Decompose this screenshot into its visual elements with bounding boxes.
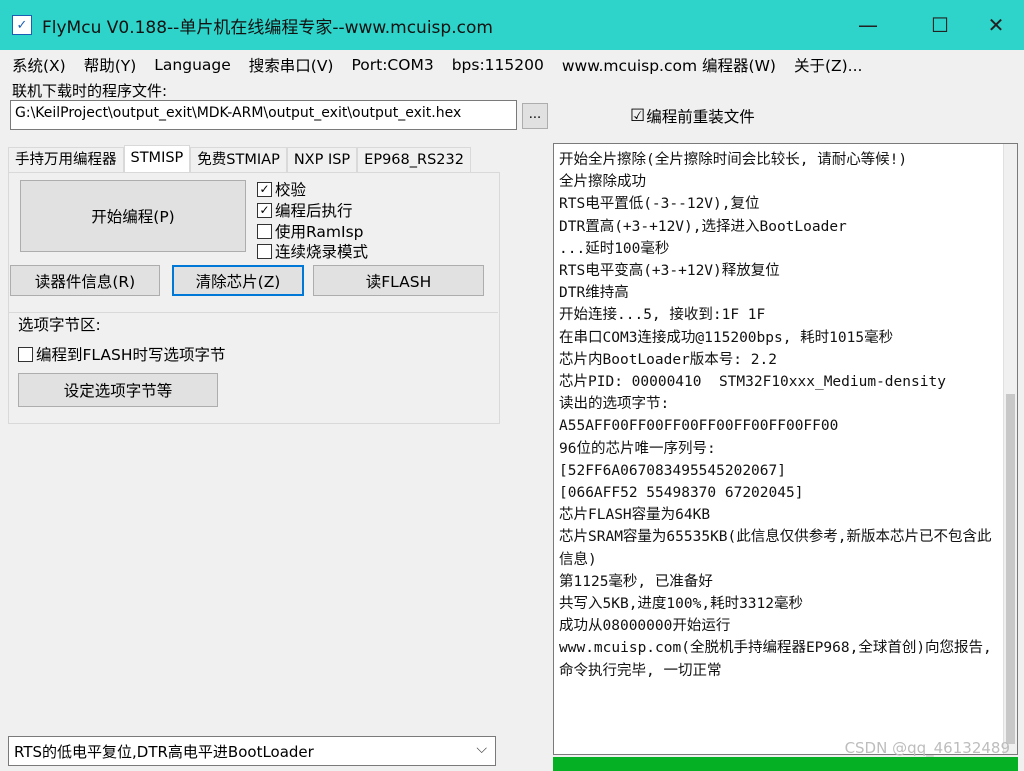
progress-bar bbox=[553, 757, 1018, 771]
title-bar: ✓ FlyMcu V0.188--单片机在线编程专家--www.mcuisp.c… bbox=[0, 0, 1024, 50]
verify-label: 校验 bbox=[275, 181, 307, 199]
log-line: 芯片SRAM容量为65535KB(此信息仅供参考,新版本芯片已不包含此信息) bbox=[559, 529, 992, 568]
option-bytes-label: 选项字节区: bbox=[18, 313, 104, 335]
read-flash-button[interactable]: 读FLASH bbox=[313, 265, 484, 296]
write-option-bytes-checkbox-mark bbox=[18, 346, 33, 362]
log-lines: 开始全片擦除(全片擦除时间会比较长, 请耐心等候!) 全片擦除成功 RTS电平置低(… bbox=[559, 149, 1004, 682]
log-line: www.mcuisp.com(全脱机手持编程器EP968,全球首创)向您报告, … bbox=[559, 640, 1001, 679]
window-title: FlyMcu V0.188--单片机在线编程专家--www.mcuisp.com bbox=[42, 17, 493, 38]
menu-about[interactable]: 关于(Z)... bbox=[794, 54, 863, 76]
menu-language[interactable]: Language bbox=[154, 56, 231, 74]
minimize-button[interactable]: — bbox=[840, 0, 896, 50]
browse-button[interactable]: ... bbox=[522, 103, 548, 129]
log-line: 芯片FLASH容量为64KB bbox=[559, 507, 711, 524]
chevron-down-icon: ⌵ bbox=[476, 741, 487, 757]
menu-search-port[interactable]: 搜索串口(V) bbox=[249, 54, 334, 76]
log-line: 读出的选项字节: bbox=[559, 396, 670, 413]
log-line: 共写入5KB,进度100%,耗时3312毫秒 bbox=[559, 596, 803, 613]
tab-bar: 手持万用编程器 STMISP 免费STMIAP NXP ISP EP968_RS… bbox=[8, 145, 471, 173]
log-line: [52FF6A067083495545202067] bbox=[559, 462, 786, 479]
run-after-program-checkbox[interactable]: ✓ 编程后执行 bbox=[257, 199, 353, 221]
menu-bar: 系统(X) 帮助(Y) Language 搜索串口(V) Port:COM3 b… bbox=[0, 50, 1024, 80]
menu-port[interactable]: Port:COM3 bbox=[351, 56, 433, 74]
reset-mode-value: RTS的低电平复位,DTR高电平进BootLoader bbox=[14, 742, 314, 761]
watermark: CSDN @qq_46132489 bbox=[844, 739, 1010, 757]
run-after-program-label: 编程后执行 bbox=[275, 202, 353, 220]
tab-handheld-programmer[interactable]: 手持万用编程器 bbox=[8, 147, 124, 173]
erase-chip-button[interactable]: 清除芯片(Z) bbox=[172, 265, 304, 296]
log-line: 全片擦除成功 bbox=[559, 174, 646, 191]
menu-help[interactable]: 帮助(Y) bbox=[84, 54, 137, 76]
write-option-bytes-checkbox[interactable]: 编程到FLASH时写选项字节 bbox=[18, 343, 226, 365]
reload-file-checkbox[interactable]: ☑ 编程前重装文件 bbox=[630, 105, 755, 127]
tab-nxp-isp[interactable]: NXP ISP bbox=[286, 147, 358, 173]
menu-baud-rate[interactable]: bps:115200 bbox=[452, 56, 544, 74]
reload-checkbox-mark: ☑ bbox=[630, 106, 646, 126]
run-after-checkbox-mark: ✓ bbox=[257, 202, 272, 218]
close-button[interactable]: ✕ bbox=[968, 0, 1024, 50]
read-device-info-button[interactable]: 读器件信息(R) bbox=[10, 265, 160, 296]
use-ramisp-checkbox-mark bbox=[257, 223, 272, 239]
log-line: DTR置高(+3-+12V),选择进入BootLoader bbox=[559, 218, 847, 235]
log-scroll-thumb[interactable] bbox=[1006, 394, 1015, 744]
tab-ep968-rs232[interactable]: EP968_RS232 bbox=[357, 147, 471, 173]
maximize-button[interactable]: ☐ bbox=[912, 0, 968, 50]
continuous-burn-checkbox-mark bbox=[257, 243, 272, 259]
menu-system[interactable]: 系统(X) bbox=[12, 54, 66, 76]
log-line: 开始连接...5, 接收到:1F 1F bbox=[559, 307, 766, 324]
log-line: 96位的芯片唯一序列号: bbox=[559, 440, 716, 457]
log-line: [066AFF52 55498370 67202045] bbox=[559, 485, 804, 502]
log-line: 芯片内BootLoader版本号: 2.2 bbox=[559, 351, 777, 368]
log-line: DTR维持高 bbox=[559, 285, 629, 302]
tab-stmisp[interactable]: STMISP bbox=[123, 145, 191, 173]
log-line: A55AFF00FF00FF00FF00FF00FF00FF00 bbox=[559, 418, 839, 435]
log-scrollbar[interactable] bbox=[1003, 144, 1017, 754]
continuous-burn-checkbox[interactable]: 连续烧录模式 bbox=[257, 240, 368, 262]
log-line: 在串口COM3连接成功@115200bps, 耗时1015毫秒 bbox=[559, 329, 894, 346]
app-icon: ✓ bbox=[12, 15, 32, 35]
verify-checkbox[interactable]: ✓ 校验 bbox=[257, 178, 306, 200]
use-ramisp-label: 使用RamIsp bbox=[275, 223, 364, 241]
use-ramisp-checkbox[interactable]: 使用RamIsp bbox=[257, 220, 364, 242]
menu-programmer[interactable]: www.mcuisp.com 编程器(W) bbox=[562, 54, 776, 76]
log-line: RTS电平置低(-3--12V),复位 bbox=[559, 196, 760, 213]
reload-checkbox-label: 编程前重装文件 bbox=[646, 108, 755, 126]
log-line: 第1125毫秒, 已准备好 bbox=[559, 573, 713, 590]
log-line: 开始全片擦除(全片擦除时间会比较长, 请耐心等候!) bbox=[559, 152, 908, 168]
log-line: 芯片PID: 00000410 STM32F10xxx_Medium-densi… bbox=[559, 374, 946, 391]
tab-free-stmiap[interactable]: 免费STMIAP bbox=[190, 147, 287, 173]
file-label: 联机下载时的程序文件: bbox=[12, 82, 168, 100]
start-programming-button[interactable]: 开始编程(P) bbox=[20, 180, 246, 252]
log-output[interactable]: 开始全片擦除(全片擦除时间会比较长, 请耐心等候!) 全片擦除成功 RTS电平置低(… bbox=[553, 143, 1018, 755]
log-line: RTS电平变高(+3-+12V)释放复位 bbox=[559, 263, 780, 280]
write-option-bytes-label: 编程到FLASH时写选项字节 bbox=[36, 346, 226, 364]
log-line: 成功从08000000开始运行 bbox=[559, 618, 731, 635]
verify-checkbox-mark: ✓ bbox=[257, 181, 272, 197]
hex-file-path-input[interactable]: G:\KeilProject\output_exit\MDK-ARM\outpu… bbox=[10, 100, 517, 130]
reset-mode-select[interactable]: RTS的低电平复位,DTR高电平进BootLoader ⌵ bbox=[8, 736, 496, 766]
set-option-bytes-button[interactable]: 设定选项字节等 bbox=[18, 373, 218, 407]
continuous-burn-label: 连续烧录模式 bbox=[275, 243, 369, 261]
log-line: ...延时100毫秒 bbox=[559, 240, 670, 257]
